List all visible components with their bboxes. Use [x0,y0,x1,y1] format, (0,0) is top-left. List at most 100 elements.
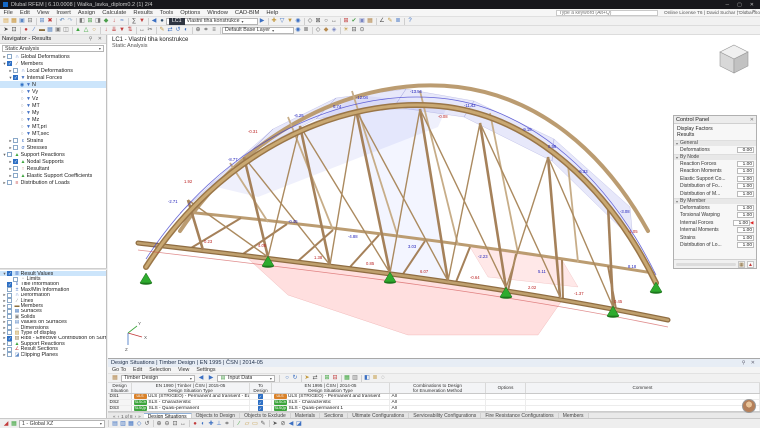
to-design-checkbox[interactable]: ✓ [258,400,263,405]
move-copy-icon[interactable]: ⇄ [166,26,174,34]
load-case-combobox[interactable]: LC1 Vlastni tiha konstrukce ▾ [166,17,258,25]
table-category-combobox[interactable]: ▤ Input Data ▾ [217,374,275,382]
panel-settings-icon[interactable]: ▦ [738,260,745,268]
hinge-icon[interactable]: ○ [90,26,98,34]
show-results-icon[interactable]: ≈ [118,17,126,25]
analysis-type-combobox[interactable]: Static Analysis ▾ [2,45,104,52]
cp-row-value-input[interactable]: 0.00 [737,146,754,153]
isometry-icon[interactable]: ◇ [135,420,143,428]
section-icon[interactable]: ✂ [146,26,154,34]
layer-visibility-icon[interactable]: ◉ [294,26,302,34]
guideline-icon[interactable]: ∕ [235,420,243,428]
cp-row-value-input[interactable]: 1.00 [737,204,754,211]
cp-row-value-input[interactable]: 1.00 [737,190,754,197]
new-model-icon[interactable]: ▤ [2,17,10,25]
loading-icon[interactable]: ▼ [138,17,146,25]
undo-icon[interactable]: ↶ [58,17,66,25]
view-combobox[interactable]: 1 - Global XZ ▾ [19,419,105,428]
tree-item-elastic-support-coefficients[interactable]: ▸ ▲ Elastic Support Coefficients [0,172,106,179]
import-icon[interactable]: ▥ [351,374,359,382]
select-arrow-icon[interactable]: ➤ [2,26,10,34]
pan-icon[interactable]: ↔ [179,420,187,428]
tree-item-distribution-of-loads[interactable]: ▸ ≡ Distribution of Loads [0,179,106,186]
guidelines-icon[interactable]: ≡ [210,26,218,34]
menu-item-edit[interactable]: Edit [16,10,33,16]
render-solid-icon[interactable]: ◆ [322,26,330,34]
menu-item-results[interactable]: Results [130,10,156,16]
grid-indicator-icon[interactable]: ▦ [10,420,18,428]
solid-icon[interactable]: ▣ [54,26,62,34]
cp-row-value-input[interactable]: 1.00 [737,234,754,241]
select-window-icon[interactable]: ⊡ [10,26,18,34]
help-icon[interactable]: ? [406,17,414,25]
tables-toggle-icon[interactable]: ⊞ [86,17,94,25]
next-table-icon[interactable]: ▶ [207,374,215,382]
tree-item-mz[interactable]: ○ ▼ Mz [0,116,106,123]
menu-item-options[interactable]: Options [177,10,204,16]
close-icon[interactable]: ✕ [751,360,757,366]
go-to-load-case-icon[interactable]: ● [158,17,166,25]
zoom-out-icon[interactable]: ⊖ [163,420,171,428]
cp-row-value-input[interactable]: 1.00 [737,212,754,219]
to-design-checkbox[interactable]: ✓ [258,406,263,411]
zoom-window-icon[interactable]: ⊡ [171,420,179,428]
horizontal-scrollbar[interactable] [676,262,736,266]
design-check-icon[interactable]: ✔ [350,17,358,25]
tree-item-local-deformations[interactable]: ▸ ∩ Local Deformations [0,67,106,74]
search-icon[interactable]: ○ [283,374,291,382]
select-special-icon[interactable]: ➤ [271,420,279,428]
camera-icon[interactable]: ⊙ [358,26,366,34]
isometric-view-icon[interactable]: ◇ [306,17,314,25]
cp-row-value-input[interactable]: 1.00 [737,168,754,175]
snap-indicator-icon[interactable]: ◢ [2,420,10,428]
snap-perpendicular-icon[interactable]: ⊥ [215,420,223,428]
model-canvas[interactable]: X Y Z -8.77 -2.71 0.23 4.05 -6.25 1.38 -12.04 0… [108,35,760,358]
clipping-box-icon[interactable]: ⊟ [350,26,358,34]
dimension-icon[interactable]: ↔ [138,26,146,34]
delete-icon[interactable]: ✖ [46,17,54,25]
menu-item-help[interactable]: Help [263,10,282,16]
tree-item-mt[interactable]: ○ ▼ MT [0,102,106,109]
mirror-icon[interactable]: ◐ [182,26,190,34]
tree-item-nodal-supports[interactable]: ▸ ✓ ▲ Nodal Supports [0,158,106,165]
snap-grid-icon[interactable]: ⌗ [223,420,231,428]
print-icon[interactable]: ⊟ [26,17,34,25]
imposed-load-icon[interactable]: ⇅ [126,26,134,34]
member-icon[interactable]: ▬ [38,26,46,34]
menu-item-view[interactable]: View [33,10,52,16]
clipping-icon[interactable]: ◪ [295,420,303,428]
refresh-icon[interactable]: ↻ [291,374,299,382]
minimize-button[interactable]: ─ [726,2,730,8]
cp-row-value-input[interactable]: 1.00 [737,160,754,167]
panel-toggle-icon[interactable]: ◨ [94,17,102,25]
view-xy-icon[interactable]: ▤ [111,420,119,428]
render-wireframe-icon[interactable]: ◇ [314,26,322,34]
surface-load-icon[interactable]: ▼ [118,26,126,34]
nodal-load-icon[interactable]: ↓ [102,26,110,34]
navigator-splitter[interactable] [0,268,107,270]
design-addon-combobox[interactable]: Timber Design ▾ [121,374,195,382]
redo-icon[interactable]: ↷ [66,17,74,25]
close-icon[interactable]: ✕ [98,36,104,42]
move-view-icon[interactable]: ↔ [330,17,338,25]
menu-item-cad-bim[interactable]: CAD-BIM [231,10,262,16]
opening-icon[interactable]: ◫ [62,26,70,34]
search-table-icon[interactable]: ◌ [379,374,387,382]
pin-icon[interactable]: ⚲ [742,360,748,366]
tree-item-strains[interactable]: ▸ ε Strains [0,137,106,144]
add-module-icon[interactable]: ⊞ [342,17,350,25]
to-design-checkbox[interactable]: ✓ [258,394,263,399]
layer-settings-icon[interactable]: ≣ [302,26,310,34]
view-yz-icon[interactable]: ▦ [127,420,135,428]
work-plane-xy-icon[interactable]: ▱ [243,420,251,428]
timber-design-icon[interactable]: ▦ [366,17,374,25]
menu-item-assign[interactable]: Assign [74,10,98,16]
comment-icon[interactable]: ✎ [259,420,267,428]
save-icon[interactable]: ▣ [18,17,26,25]
table-menu-go-to[interactable]: Go To [112,367,126,373]
result-diagram-icon[interactable]: ▽ [278,17,286,25]
edit-icon[interactable]: ✎ [158,26,166,34]
surface-icon[interactable]: ▦ [46,26,54,34]
sync-selection-icon[interactable]: ⇄ [311,374,319,382]
previous-table-icon[interactable]: ◀ [197,374,205,382]
